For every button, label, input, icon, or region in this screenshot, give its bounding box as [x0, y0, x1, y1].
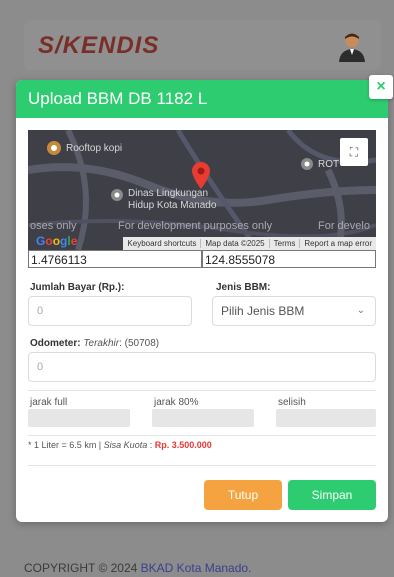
- quota-label: Sisa Kuota: [103, 440, 148, 450]
- map-poi-rooftop[interactable]: Rooftop kopi: [66, 143, 122, 154]
- close-button[interactable]: Tutup: [204, 480, 282, 510]
- dev-watermark-left: oses only: [30, 220, 77, 232]
- map-fullscreen-button[interactable]: ⛶: [340, 138, 368, 166]
- quota-note: * 1 Liter = 6.5 km | Sisa Kuota : Rp. 3.…: [28, 440, 212, 450]
- top-navbar: S/KENDIS: [24, 20, 381, 70]
- map-data-text: Map data ©2025: [200, 239, 268, 248]
- fuel-type-label: Jenis BBM:: [216, 282, 271, 293]
- map-poi-dinas-line2[interactable]: Hidup Kota Manado: [128, 200, 216, 211]
- upload-bbm-modal: Upload BBM DB 1182 L Rooftop kopi Dinas …: [16, 80, 388, 522]
- user-avatar-icon[interactable]: [335, 28, 369, 62]
- modal-close-icon[interactable]: ×: [369, 75, 393, 99]
- google-logo[interactable]: Google: [36, 234, 77, 248]
- fuel-ratio-text: 1 Liter = 6.5 km |: [34, 440, 102, 450]
- fuel-type-selected: Pilih Jenis BBM: [221, 304, 305, 318]
- jarak-80-field: [152, 409, 254, 427]
- odometer-label-group: Odometer: Terakhir: (50708): [30, 338, 159, 349]
- latitude-field[interactable]: 1.4766113: [28, 250, 202, 268]
- terms-link[interactable]: Terms: [268, 239, 300, 248]
- selisih-label: selisih: [278, 397, 306, 408]
- report-error-link[interactable]: Report a map error: [299, 239, 376, 248]
- dev-watermark-center: For development purposes only: [118, 220, 273, 232]
- footer-link[interactable]: BKAD Kota Manado.: [141, 561, 252, 575]
- map-poi-rot[interactable]: ROT: [318, 159, 339, 170]
- modal-title: Upload BBM DB 1182 L: [28, 89, 208, 108]
- jarak-80-label: jarak 80%: [154, 397, 199, 408]
- quota-separator: :: [149, 440, 153, 450]
- government-pin-icon: [111, 189, 123, 201]
- modal-header: Upload BBM DB 1182 L: [16, 80, 388, 118]
- jarak-full-label: jarak full: [30, 397, 68, 408]
- fuel-type-select[interactable]: Pilih Jenis BBM ⌄: [212, 296, 376, 326]
- chevron-down-icon: ⌄: [356, 305, 365, 316]
- longitude-field[interactable]: 124.8555078: [202, 250, 376, 268]
- map-attribution-bar: Keyboard shortcuts Map data ©2025 Terms …: [123, 237, 376, 250]
- note-asterisk: *: [28, 440, 32, 450]
- odometer-last-label: Terakhir: [83, 338, 120, 349]
- divider: [28, 390, 376, 391]
- dev-watermark-right: For develo: [318, 220, 370, 232]
- location-marker-icon[interactable]: [190, 160, 212, 190]
- odometer-last-value: : (50708): [119, 338, 160, 349]
- odometer-label: Odometer:: [30, 338, 81, 349]
- footer-copyright: COPYRIGHT © 2024: [24, 561, 138, 575]
- cafe-pin-icon: [47, 141, 61, 155]
- amount-label: Jumlah Bayar (Rp.):: [30, 282, 125, 293]
- odometer-input[interactable]: 0: [28, 352, 376, 382]
- jarak-full-field: [28, 409, 130, 427]
- poi-pin-icon: [301, 158, 313, 170]
- selisih-field: [276, 409, 376, 427]
- save-button[interactable]: Simpan: [288, 480, 376, 510]
- keyboard-shortcuts-link[interactable]: Keyboard shortcuts: [123, 239, 200, 248]
- location-map[interactable]: Rooftop kopi Dinas Lingkungan Hidup Kota…: [28, 130, 376, 250]
- amount-input[interactable]: 0: [28, 296, 192, 326]
- brand-logo[interactable]: S/KENDIS: [38, 32, 159, 60]
- divider: [28, 465, 376, 466]
- footer: COPYRIGHT © 2024 BKAD Kota Manado.: [24, 561, 251, 575]
- quota-value: Rp. 3.500.000: [154, 440, 212, 450]
- divider: [28, 435, 376, 436]
